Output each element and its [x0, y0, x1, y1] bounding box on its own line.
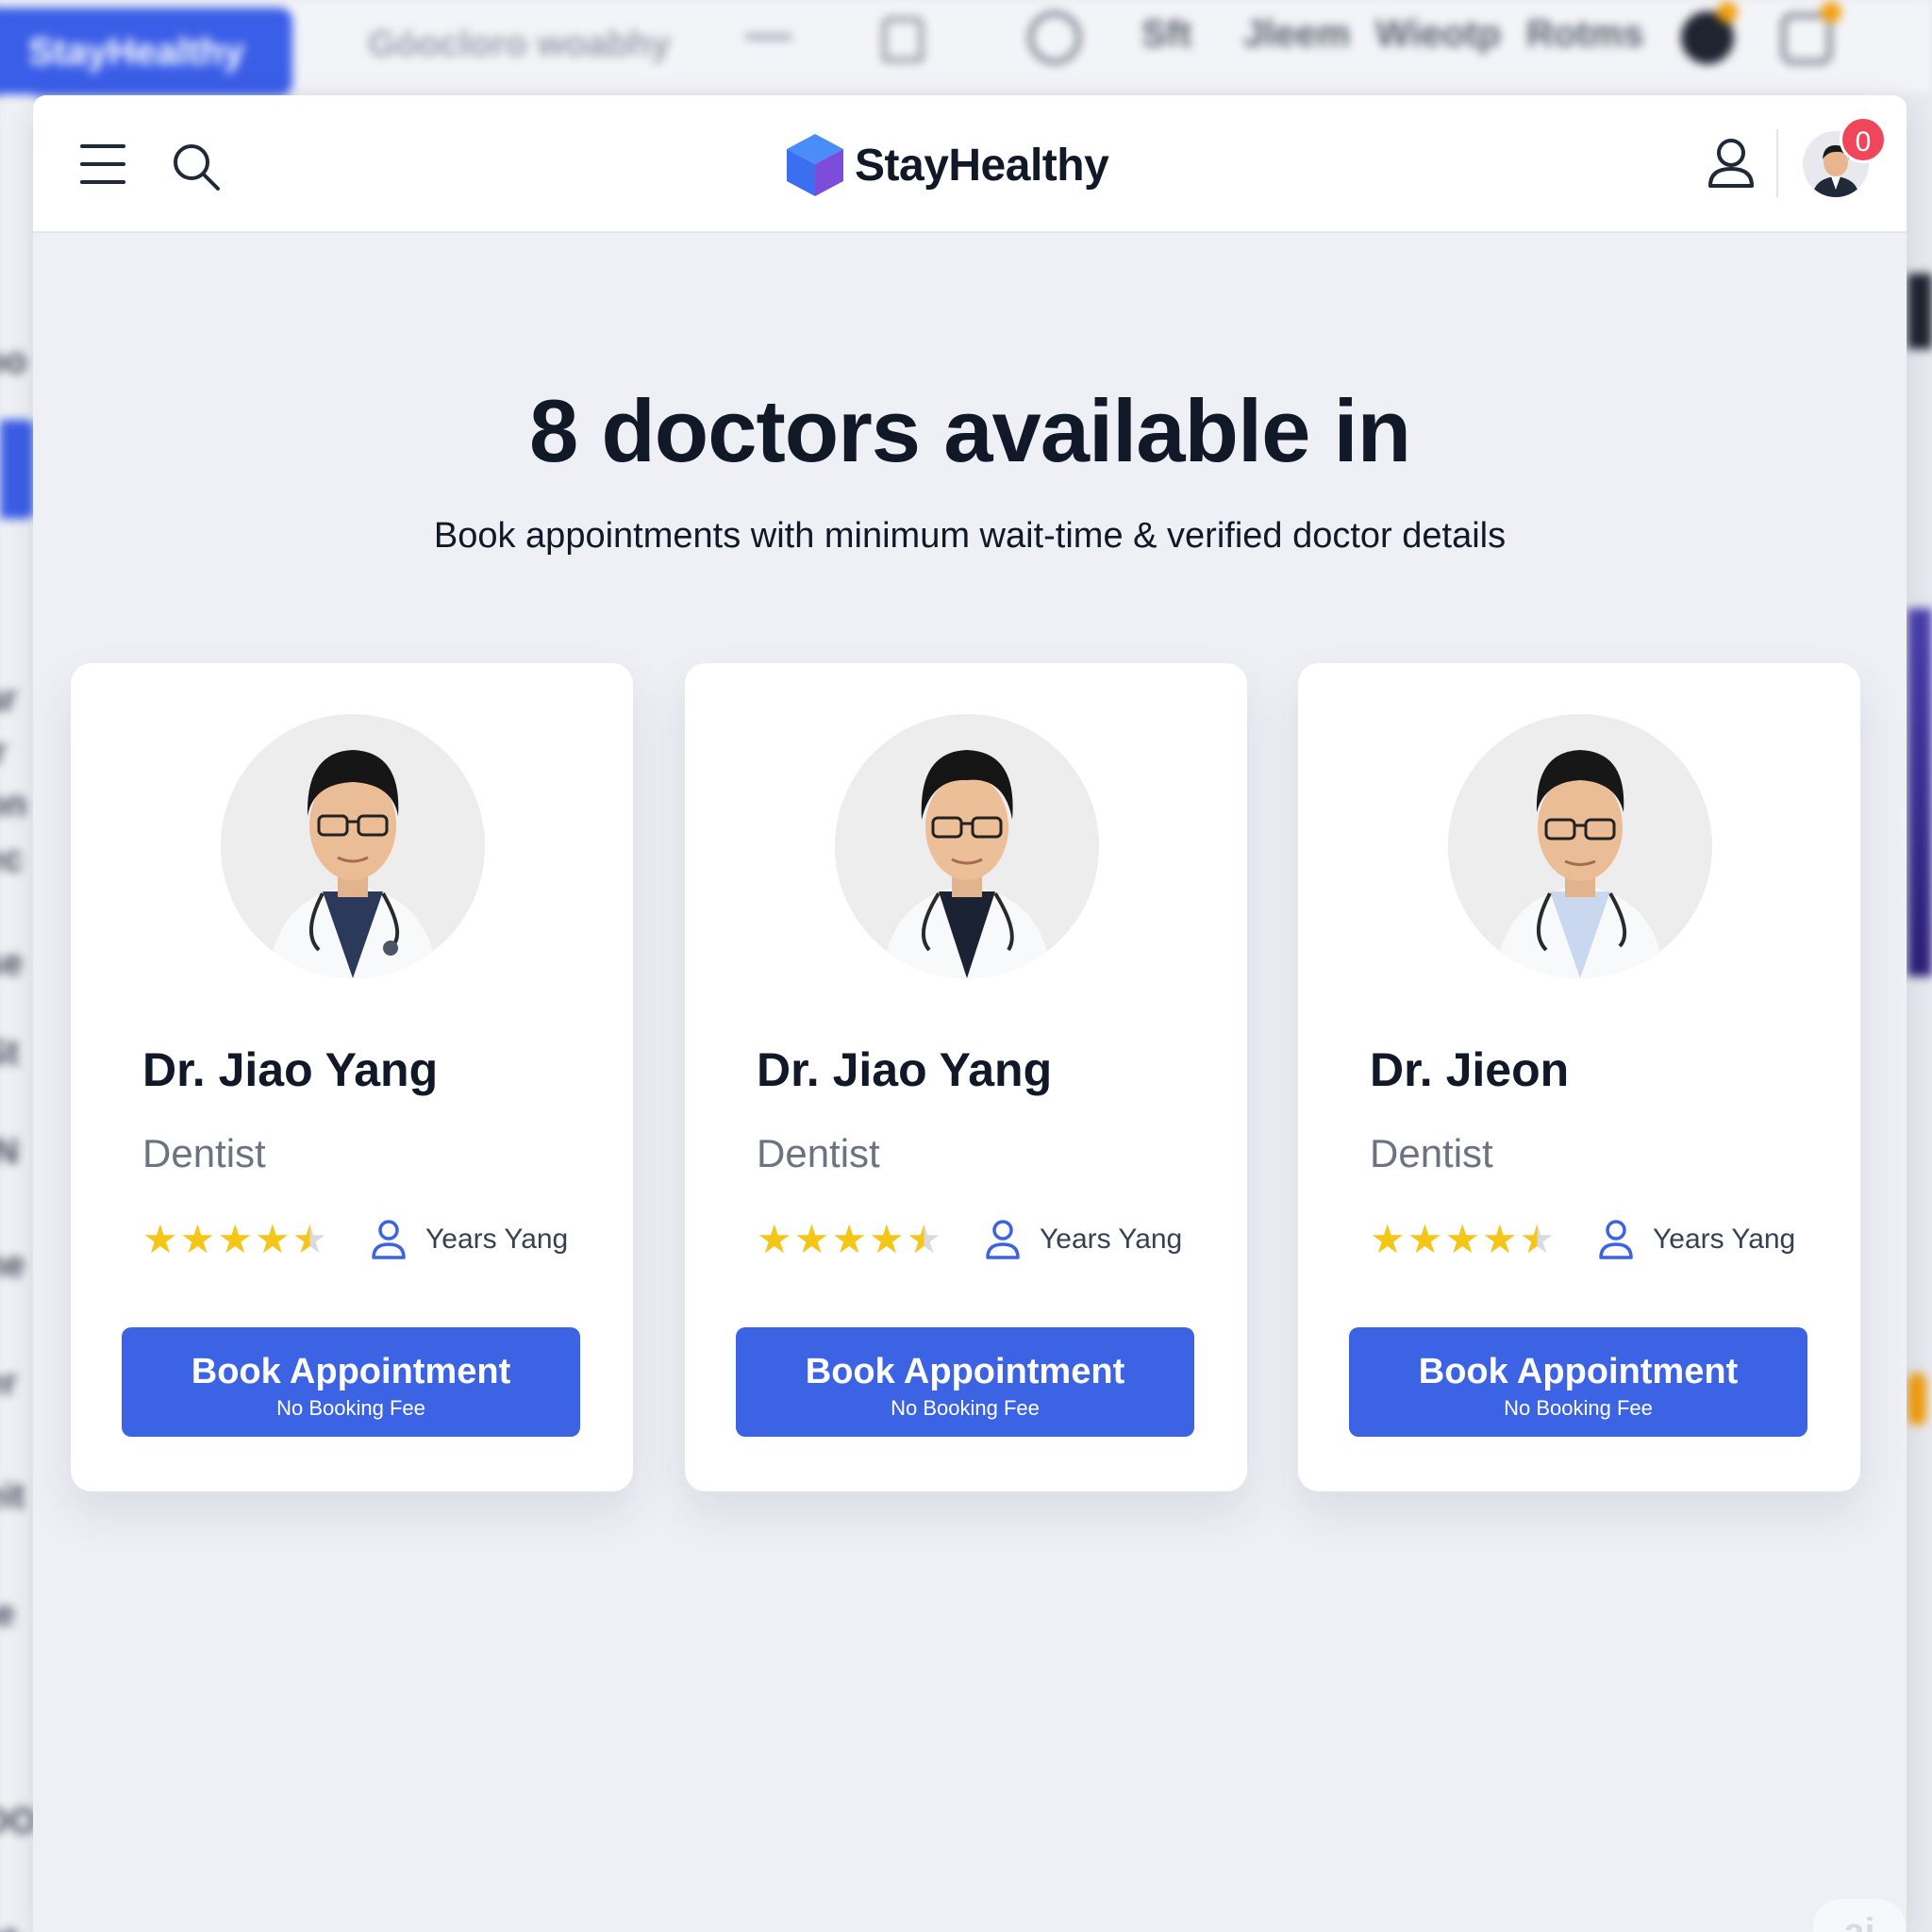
user-icon[interactable] [1703, 135, 1759, 192]
background-menu-item-4: Rotms [1526, 13, 1644, 55]
doctor-specialty: Dentist [1370, 1131, 1493, 1175]
page-title: 8 doctors available in [528, 381, 1411, 480]
star-icon: ★ [142, 1217, 178, 1261]
star-rating: ★ ★ ★ ★ ★ [757, 1220, 941, 1259]
background-menu-icon [745, 34, 792, 40]
booking-fee-label: No Booking Fee [891, 1396, 1040, 1420]
book-appointment-button[interactable]: Book Appointment No Booking Fee [122, 1327, 580, 1437]
star-icon: ★ [1519, 1217, 1556, 1261]
background-right-image [1907, 608, 1932, 976]
background-sidebar-text: DO [0, 1802, 37, 1841]
background-menu-item-2: Jleem [1243, 13, 1351, 55]
star-icon: ★ [1444, 1217, 1480, 1261]
cube-logo-icon [787, 134, 843, 196]
experience-label: Years Yang [425, 1224, 569, 1255]
star-rating: ★ ★ ★ ★ ★ [1370, 1220, 1555, 1259]
star-icon: ★ [868, 1217, 905, 1261]
doctor-photo [221, 714, 485, 978]
hamburger-icon[interactable] [80, 144, 127, 184]
doctor-name: Dr. Jieon [1370, 1043, 1570, 1096]
background-brand: StayHealthy [0, 8, 292, 96]
background-badge [1717, 2, 1738, 23]
background-sidebar-text: eit [0, 1476, 25, 1516]
background-topbar: StayHealthy Góocloro woabhy Sft Jleem Wi… [0, 0, 1932, 96]
brand-name: StayHealthy [855, 140, 1109, 191]
background-sidebar-active [0, 420, 34, 519]
doctor-name: Dr. Jiao Yang [142, 1043, 439, 1096]
background-right-panel [1907, 274, 1932, 349]
book-appointment-button[interactable]: Book Appointment No Booking Fee [736, 1327, 1194, 1437]
booking-fee-label: No Booking Fee [1504, 1396, 1653, 1420]
background-menu-item-3: Wieotp [1375, 13, 1501, 55]
doctor-specialty: Dentist [142, 1131, 266, 1175]
top-nav: StayHealthy 0 [33, 95, 1907, 233]
booking-fee-label: No Booking Fee [276, 1396, 425, 1420]
doctor-specialty: Dentist [757, 1131, 880, 1175]
background-home-icon [882, 17, 924, 62]
header-divider [1776, 129, 1778, 197]
background-info-icon [1028, 11, 1081, 64]
background-sidebar-text: ir [0, 732, 7, 773]
star-icon: ★ [1481, 1217, 1518, 1261]
person-icon [372, 1220, 406, 1259]
star-icon: ★ [217, 1217, 253, 1261]
book-appointment-label: Book Appointment [805, 1352, 1125, 1391]
background-sidebar-text: IN [0, 1132, 19, 1172]
book-appointment-button[interactable]: Book Appointment No Booking Fee [1349, 1327, 1807, 1437]
background-sidebar-text: ot [0, 1920, 17, 1932]
experience-label: Years Yang [1653, 1224, 1796, 1255]
star-icon: ★ [291, 1217, 328, 1261]
background-search-text: Góocloro woabhy [368, 25, 671, 64]
star-icon: ★ [254, 1217, 291, 1261]
background-sidebar: oo ar ir on ec se St IN he er eit te DO … [0, 94, 37, 1932]
star-icon: ★ [757, 1217, 792, 1261]
page-subtitle: Book appointments with minimum wait-time… [433, 516, 1507, 556]
app-window: StayHealthy 0 8 doctors available in Boo… [33, 95, 1907, 1932]
doctor-experience: Years Yang [1598, 1216, 1795, 1263]
person-icon [1599, 1220, 1633, 1259]
doctor-card: Dr. Jieon Dentist ★ ★ ★ ★ ★ Years Yang Book … [1298, 663, 1860, 1491]
doctor-experience: Years Yang [371, 1216, 568, 1263]
background-sidebar-text: on [0, 785, 27, 824]
book-appointment-label: Book Appointment [191, 1352, 511, 1391]
experience-label: Years Yang [1040, 1224, 1183, 1255]
star-icon: ★ [1407, 1217, 1443, 1261]
doctor-photo [835, 714, 1099, 978]
background-sidebar-text: te [0, 1594, 15, 1634]
doctor-card: Dr. Jiao Yang Dentist ★ ★ ★ ★ ★ Years Yang B… [71, 663, 633, 1491]
star-rating: ★ ★ ★ ★ ★ [142, 1220, 327, 1259]
doctor-name: Dr. Jiao Yang [757, 1043, 1053, 1096]
doctor-experience: Years Yang [985, 1216, 1182, 1263]
star-icon: ★ [793, 1217, 830, 1261]
notification-badge[interactable]: 0 [1840, 116, 1887, 163]
doctor-photo [1448, 714, 1712, 978]
star-icon: ★ [1370, 1217, 1406, 1261]
star-icon: ★ [831, 1217, 867, 1261]
background-sidebar-text: St [0, 1033, 19, 1073]
background-badge [1821, 2, 1841, 23]
watermark-logo: ai [1813, 1899, 1906, 1932]
star-icon: ★ [179, 1217, 216, 1261]
background-sidebar-text: er [0, 1363, 17, 1403]
background-menu-item-1: Sft [1141, 13, 1192, 55]
book-appointment-label: Book Appointment [1418, 1352, 1739, 1391]
person-icon [986, 1220, 1020, 1259]
background-right-button [1907, 1373, 1926, 1425]
background-sidebar-text: se [0, 943, 24, 983]
background-sidebar-text: ar [0, 679, 17, 719]
star-icon: ★ [906, 1217, 942, 1261]
background-sidebar-text: oo [0, 341, 27, 381]
background-sidebar-text: he [0, 1245, 25, 1285]
doctor-card: Dr. Jiao Yang Dentist ★ ★ ★ ★ ★ Years Yang B… [685, 663, 1247, 1491]
background-sidebar-text: ec [0, 840, 24, 879]
brand-logo[interactable]: StayHealthy [785, 131, 1109, 199]
search-icon[interactable] [170, 141, 223, 193]
